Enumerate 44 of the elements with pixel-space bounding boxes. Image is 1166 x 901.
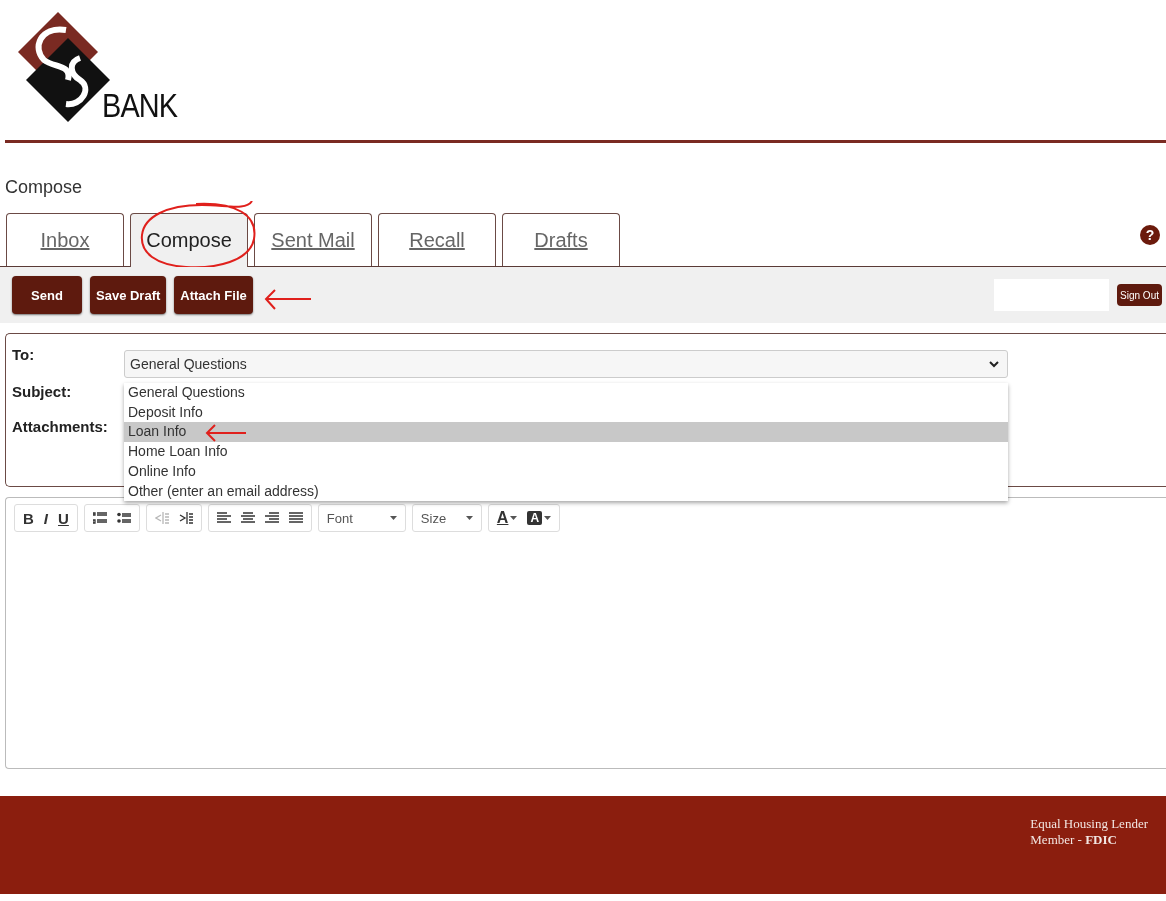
dropdown-option[interactable]: Other (enter an email address) (124, 481, 1008, 502)
footer-text: Equal Housing Lender (1030, 816, 1148, 832)
annotation-arrow (204, 423, 248, 443)
dropdown-option[interactable]: Online Info (124, 461, 1008, 482)
font-dropdown[interactable]: Font (317, 504, 406, 532)
text-color-button[interactable]: A (496, 509, 518, 527)
tab[interactable]: Compose (130, 213, 248, 267)
logo-text: BANK (102, 88, 178, 122)
dropdown-option[interactable]: General Questions (124, 383, 1008, 403)
format-button[interactable]: U (58, 509, 69, 527)
field-label: To: (12, 346, 36, 363)
caret-icon (465, 516, 473, 520)
format-button[interactable]: I (43, 509, 48, 527)
tab[interactable]: Drafts (502, 213, 620, 266)
tab[interactable]: Recall (378, 213, 496, 266)
field-label: Attachments: (12, 418, 109, 435)
action-button[interactable]: Send (12, 276, 82, 314)
indent-icon[interactable] (178, 512, 193, 524)
align-center-icon[interactable] (240, 512, 255, 524)
recipient-select[interactable]: General Questions (124, 350, 1008, 378)
align-left-icon[interactable] (216, 512, 231, 524)
dropdown-option[interactable]: Home Loan Info (124, 442, 1008, 462)
annotation-arrow (262, 287, 313, 311)
field-label: Subject: (12, 383, 73, 400)
chevron-down-icon (989, 360, 999, 368)
caret-icon (389, 516, 397, 520)
tab[interactable]: Sent Mail (254, 213, 372, 266)
help-button[interactable]: ? (1140, 225, 1160, 245)
action-button[interactable]: Save Draft (90, 276, 167, 314)
tab[interactable]: Inbox (6, 213, 124, 266)
size-dropdown[interactable]: Size (411, 504, 482, 532)
bullet-list-icon[interactable] (116, 512, 131, 524)
footer-text: Member - FDIC (1030, 832, 1118, 848)
numbered-list-icon[interactable] (92, 512, 107, 524)
justify-icon[interactable] (288, 512, 303, 524)
caret-icon (544, 516, 552, 520)
format-button[interactable]: B (23, 509, 34, 527)
align-right-icon[interactable] (264, 512, 279, 524)
dropdown-option[interactable]: Loan Info (124, 422, 1008, 443)
page-title: Compose (5, 176, 84, 199)
sign-out-button[interactable]: Sign Out (1117, 284, 1162, 306)
dropdown-option[interactable]: Deposit Info (124, 402, 1008, 423)
caret-icon (510, 516, 518, 520)
action-button[interactable]: Attach File (174, 276, 253, 314)
